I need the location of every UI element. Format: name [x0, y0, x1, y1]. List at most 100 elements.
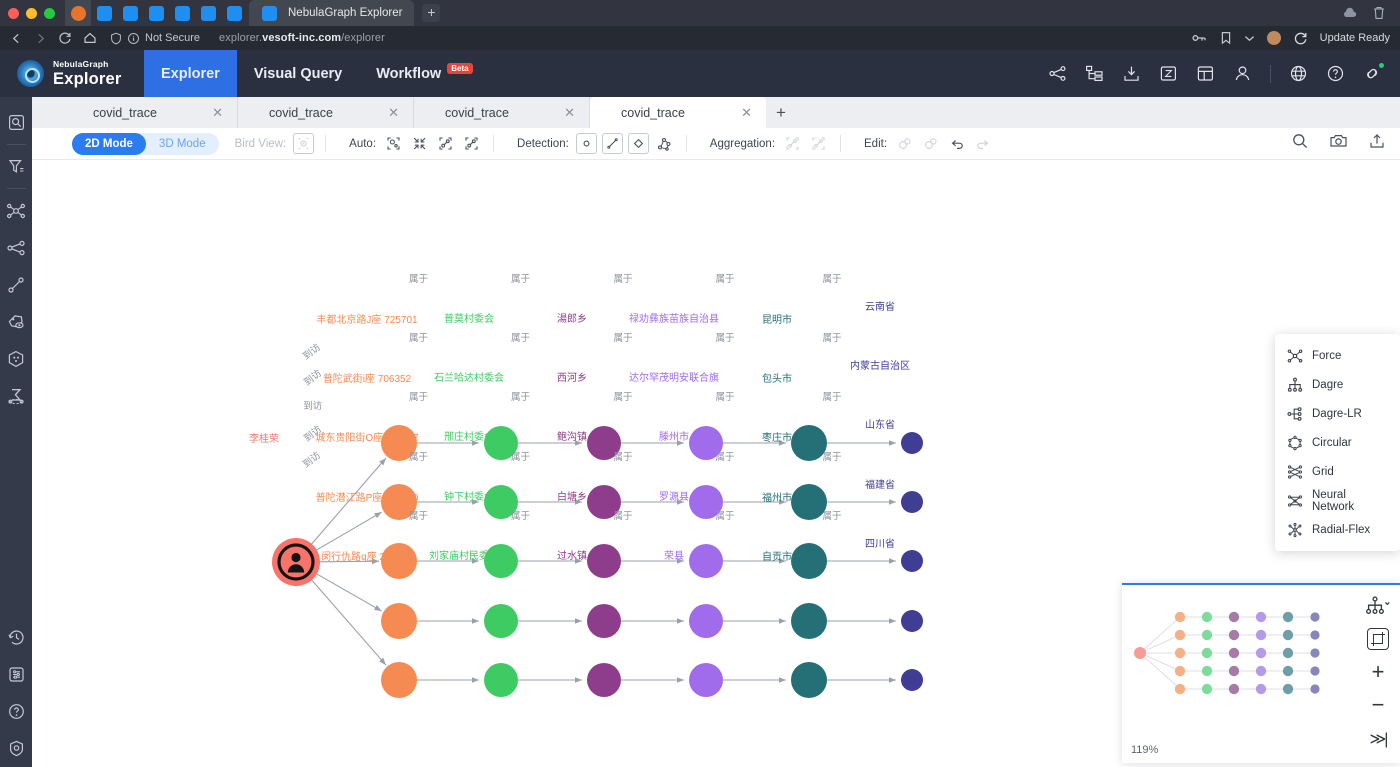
graph-node-town-r2[interactable] — [587, 544, 621, 578]
sidebar-item-statistics[interactable] — [0, 377, 32, 414]
layout-item-neural-network[interactable]: Neural Network — [1275, 486, 1400, 515]
sidebar-item-vertex[interactable] — [0, 340, 32, 377]
sidebar-item-tag-visibility[interactable] — [0, 303, 32, 340]
auto-collapse-icon[interactable] — [409, 133, 430, 154]
nav-item-explorer[interactable]: Explorer — [144, 50, 237, 97]
graph-node-city-r2[interactable] — [791, 543, 827, 579]
import-icon[interactable] — [1122, 64, 1141, 83]
pinned-tabs[interactable] — [65, 0, 247, 26]
layout-item-grid[interactable]: Grid — [1275, 457, 1400, 486]
undo-icon[interactable] — [946, 133, 967, 154]
graph-node-town-r3[interactable] — [587, 604, 621, 638]
layout-item-force[interactable]: Force — [1275, 341, 1400, 370]
auto-edge-icon-1[interactable] — [435, 133, 456, 154]
graph-node-address-r4[interactable] — [381, 662, 417, 698]
layout-item-dagre-lr[interactable]: Dagre-LR — [1275, 399, 1400, 428]
graph-node-city-r3[interactable] — [791, 603, 827, 639]
address-bar[interactable]: explorer.vesoft-inc.com/explorer — [219, 32, 385, 44]
graph-node-town-r4[interactable] — [587, 663, 621, 697]
zoom-out-button[interactable]: − — [1372, 694, 1385, 716]
detection-diamond-icon[interactable] — [628, 133, 649, 154]
pinned-tab-5[interactable] — [169, 0, 195, 26]
graph-node-province-r3[interactable] — [901, 610, 923, 632]
sidebar-item-search-panel[interactable] — [0, 104, 32, 141]
aggregation-group-icon[interactable] — [782, 133, 803, 154]
forward-button[interactable] — [34, 32, 47, 45]
graph-node-village-r4[interactable] — [484, 663, 518, 697]
layout-item-dagre[interactable]: Dagre — [1275, 370, 1400, 399]
detection-node-icon[interactable] — [576, 133, 597, 154]
trash-icon[interactable] — [1372, 5, 1386, 21]
auto-select-icon[interactable] — [383, 133, 404, 154]
graph-canvas[interactable]: 到访到访到访到访到访李桂荣丰都北京路J座 725701属于普莫村委会属于湯郎乡属… — [32, 160, 1400, 767]
minimap-panel[interactable]: 119% + − ≫| — [1122, 583, 1400, 763]
zoom-in-button[interactable]: + — [1372, 661, 1385, 683]
redo-icon[interactable] — [972, 133, 993, 154]
close-icon[interactable]: ✕ — [212, 105, 223, 121]
graph-node-county-r4[interactable] — [689, 663, 723, 697]
connection-icon[interactable] — [1363, 64, 1382, 83]
update-icon[interactable] — [1293, 31, 1308, 46]
app-logo[interactable]: NebulaGraph Explorer — [0, 60, 144, 87]
graph-tab-1[interactable]: covid_trace ✕ — [62, 97, 238, 128]
graph-node-city-r4[interactable] — [791, 662, 827, 698]
nav-item-workflow[interactable]: WorkflowBeta — [359, 50, 489, 97]
export-icon[interactable] — [1368, 132, 1386, 155]
mode-2d-button[interactable]: 2D Mode — [72, 133, 146, 155]
graph-node-province-r1[interactable] — [901, 491, 923, 513]
new-browser-tab-button[interactable]: + — [422, 4, 440, 22]
nav-item-visual-query[interactable]: Visual Query — [237, 50, 359, 97]
graph-node-address-r3[interactable] — [381, 603, 417, 639]
sidebar-item-help-circle[interactable] — [0, 693, 32, 730]
layout-item-circular[interactable]: Circular — [1275, 428, 1400, 457]
add-graph-tab-button[interactable]: + — [766, 97, 796, 128]
layout-item-radial-flex[interactable]: Radial-Flex — [1275, 515, 1400, 544]
account-icon[interactable] — [1233, 64, 1252, 83]
pinned-tab-1[interactable] — [65, 0, 91, 26]
sidebar-item-share-node[interactable] — [0, 229, 32, 266]
bookmark-icon[interactable] — [1220, 31, 1232, 45]
sidebar-item-settings-list[interactable] — [0, 656, 32, 693]
layout-menu[interactable]: Force Dagre Dagre-LR Circular Grid — [1275, 334, 1400, 551]
graph-tab-3[interactable]: covid_trace ✕ — [414, 97, 590, 128]
edit-add-icon[interactable] — [894, 133, 915, 154]
sidebar-item-edge[interactable] — [0, 266, 32, 303]
hierarchy-icon[interactable] — [1085, 64, 1104, 83]
window-controls[interactable] — [8, 8, 55, 19]
fit-view-button[interactable] — [1367, 628, 1389, 650]
graph-tab-2[interactable]: covid_trace ✕ — [238, 97, 414, 128]
sidebar-item-expand-graph[interactable] — [0, 192, 32, 229]
close-icon[interactable]: ✕ — [741, 105, 752, 121]
pinned-tab-7[interactable] — [221, 0, 247, 26]
pinned-tab-3[interactable] — [117, 0, 143, 26]
maximize-window-button[interactable] — [44, 8, 55, 19]
password-key-icon[interactable] — [1192, 32, 1208, 44]
graph-node-province-r4[interactable] — [901, 669, 923, 691]
camera-icon[interactable] — [1329, 132, 1348, 155]
close-icon[interactable]: ✕ — [564, 105, 575, 121]
site-security-indicator[interactable]: Not Secure — [110, 32, 200, 45]
bird-view-toggle[interactable] — [293, 133, 314, 154]
chevron-down-icon[interactable] — [1244, 34, 1255, 42]
sidebar-item-shield[interactable] — [0, 730, 32, 767]
pinned-tab-2[interactable] — [91, 0, 117, 26]
graph-node-village-r3[interactable] — [484, 604, 518, 638]
dashboard-icon[interactable] — [1196, 64, 1215, 83]
browser-tab-active[interactable]: NebulaGraph Explorer — [249, 0, 414, 26]
close-window-button[interactable] — [8, 8, 19, 19]
layout-select-button[interactable] — [1365, 595, 1391, 617]
mode-3d-button[interactable]: 3D Mode — [146, 133, 219, 155]
schema-icon[interactable] — [1048, 64, 1067, 83]
search-icon[interactable] — [1291, 132, 1309, 155]
avatar[interactable] — [1267, 31, 1281, 45]
mode-switch[interactable]: 2D Mode 3D Mode — [72, 133, 219, 155]
graph-node-province-r2[interactable] — [901, 550, 923, 572]
graph-tab-4[interactable]: covid_trace ✕ — [590, 97, 766, 128]
console-icon[interactable] — [1159, 64, 1178, 83]
help-icon[interactable] — [1326, 64, 1345, 83]
back-button[interactable] — [10, 32, 23, 45]
graph-node-county-r2[interactable] — [689, 544, 723, 578]
minimize-window-button[interactable] — [26, 8, 37, 19]
pinned-tab-4[interactable] — [143, 0, 169, 26]
graph-node-county-r3[interactable] — [689, 604, 723, 638]
